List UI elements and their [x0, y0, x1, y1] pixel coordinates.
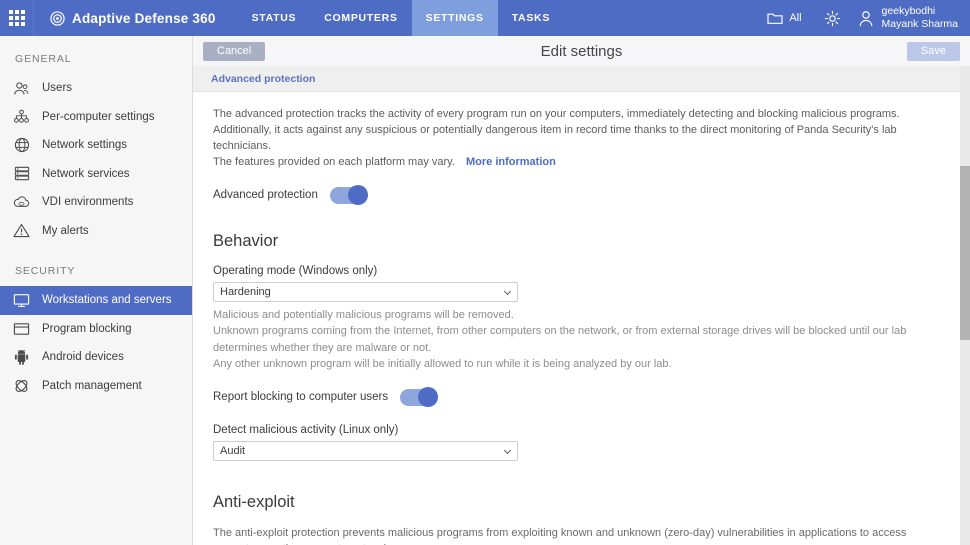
behavior-hint-line-1: Malicious and potentially malicious prog… [213, 308, 514, 321]
sidebar-item-program-blocking[interactable]: Program blocking [0, 315, 192, 344]
detect-malicious-activity-select[interactable]: Audit [213, 440, 518, 461]
nav-item-status[interactable]: STATUS [238, 0, 311, 36]
filter-all-label: All [789, 12, 802, 24]
toggle-knob [418, 387, 439, 408]
behavior-hint: Malicious and potentially malicious prog… [213, 307, 941, 373]
settings-gear-button[interactable] [813, 0, 852, 36]
advanced-protection-toggle[interactable] [329, 185, 368, 206]
warning-triangle-icon [13, 222, 30, 239]
advanced-protection-row: Advanced protection [213, 185, 941, 206]
window-icon [13, 320, 30, 337]
sidebar-item-users[interactable]: Users [0, 74, 192, 103]
globe-icon [13, 137, 30, 154]
sidebar-item-workstations-and-servers[interactable]: Workstations and servers [0, 286, 192, 315]
filter-all-button[interactable]: All [756, 0, 812, 36]
top-bar-right: All geekybodhi Mayank Sharma [756, 0, 970, 36]
target-logo-icon [50, 10, 65, 26]
behavior-section-title: Behavior [213, 231, 279, 250]
brand-label: Adaptive Defense 360 [72, 10, 216, 26]
sidebar-group-security: SECURITY [15, 265, 76, 277]
apps-grid-button[interactable] [0, 0, 34, 36]
monitor-icon [13, 292, 30, 309]
sidebar-item-per-computer-settings[interactable]: Per-computer settings [0, 103, 192, 132]
nav-item-computers[interactable]: COMPUTERS [310, 0, 411, 36]
sidebar-item-label: My alerts [42, 224, 89, 237]
sidebar: GENERAL Users Per-computer settings Netw… [0, 36, 193, 545]
behavior-operating-mode-select[interactable]: Hardening [213, 281, 518, 302]
sidebar-item-label: Per-computer settings [42, 110, 155, 123]
sidebar-item-label: Network services [42, 167, 130, 180]
more-information-link[interactable]: More information [466, 156, 556, 168]
nav-item-settings[interactable]: SETTINGS [411, 0, 498, 36]
sidebar-item-label: Program blocking [42, 322, 132, 335]
toggle-knob [347, 185, 368, 206]
cloud-vdi-icon [13, 194, 30, 211]
advanced-protection-label: Advanced protection [213, 189, 318, 202]
sidebar-item-label: Network settings [42, 139, 128, 152]
server-icon [13, 165, 30, 182]
behavior-operating-mode-label: Operating mode (Windows only) [213, 264, 378, 277]
action-bar: Cancel Edit settings Save [193, 36, 970, 66]
sidebar-group-general: GENERAL [15, 53, 72, 65]
user-account: geekybodhi [881, 4, 936, 17]
intro-paragraph: The advanced protection tracks the activ… [213, 107, 941, 155]
sidebar-item-vdi-environments[interactable]: VDI environments [0, 188, 192, 217]
sidebar-item-network-settings[interactable]: Network settings [0, 131, 192, 160]
main-panel: Cancel Edit settings Save Advanced prote… [193, 36, 970, 545]
chevron-down-icon [503, 287, 512, 295]
anti-exploit-section-title: Anti-exploit [213, 492, 295, 511]
brand[interactable]: Adaptive Defense 360 [50, 11, 216, 26]
report-blocking-toggle[interactable] [400, 387, 439, 408]
page-title: Edit settings [540, 42, 623, 60]
users-icon [13, 80, 30, 97]
user-names: geekybodhi Mayank Sharma [882, 5, 958, 31]
detect-malicious-activity-label: Detect malicious activity (Linux only) [213, 423, 399, 436]
sidebar-item-label: Workstations and servers [42, 294, 172, 307]
folder-icon [767, 13, 783, 24]
anti-exploit-description: The anti-exploit protection prevents mal… [213, 526, 907, 545]
intro-text-2: The features provided on each platform m… [213, 155, 455, 168]
sidebar-item-my-alerts[interactable]: My alerts [0, 217, 192, 246]
report-blocking-label: Report blocking to computer users [213, 391, 389, 404]
behavior-operating-mode-value: Hardening [220, 285, 271, 298]
behavior-hint-line-2: Unknown programs coming from the Interne… [213, 325, 907, 354]
intro-paragraph-2: The features provided on each platform m… [213, 155, 941, 171]
vertical-scrollbar[interactable] [960, 66, 970, 545]
main-nav: STATUS COMPUTERS SETTINGS TASKS [238, 0, 564, 36]
scrollbar-thumb[interactable] [960, 166, 970, 340]
sidebar-item-label: Android devices [42, 351, 124, 364]
nav-item-tasks[interactable]: TASKS [498, 0, 564, 36]
sidebar-item-label: Users [42, 82, 73, 95]
sidebar-item-network-services[interactable]: Network services [0, 160, 192, 189]
user-avatar-icon [859, 10, 872, 26]
sidebar-item-label: Patch management [42, 379, 142, 392]
save-button[interactable]: Save [906, 41, 960, 61]
sidebar-item-patch-management[interactable]: Patch management [0, 372, 192, 401]
report-blocking-row: Report blocking to computer users [213, 387, 941, 408]
behavior-hint-line-3: Any other unknown program will be initia… [213, 358, 672, 371]
user-fullname: Mayank Sharma [881, 18, 958, 30]
chevron-down-icon [503, 446, 512, 454]
sidebar-item-android-devices[interactable]: Android devices [0, 343, 192, 372]
android-icon [13, 349, 30, 366]
patch-icon [13, 377, 30, 394]
section-tab-bar: Advanced protection [193, 66, 970, 92]
sidebar-item-label: VDI environments [42, 196, 134, 209]
gear-icon [824, 10, 840, 26]
tab-advanced-protection[interactable]: Advanced protection [211, 73, 315, 85]
cancel-button[interactable]: Cancel [203, 41, 266, 61]
intro-text: The advanced protection tracks the activ… [213, 108, 900, 152]
settings-scroll-area[interactable]: The advanced protection tracks the activ… [193, 93, 970, 545]
detect-malicious-activity-value: Audit [220, 444, 246, 457]
user-menu[interactable]: geekybodhi Mayank Sharma [852, 5, 958, 31]
grid-apps-icon [8, 10, 25, 26]
top-bar: Adaptive Defense 360 STATUS COMPUTERS SE… [0, 0, 970, 36]
settings-content: The advanced protection tracks the activ… [193, 93, 961, 545]
hierarchy-icon [13, 108, 30, 125]
